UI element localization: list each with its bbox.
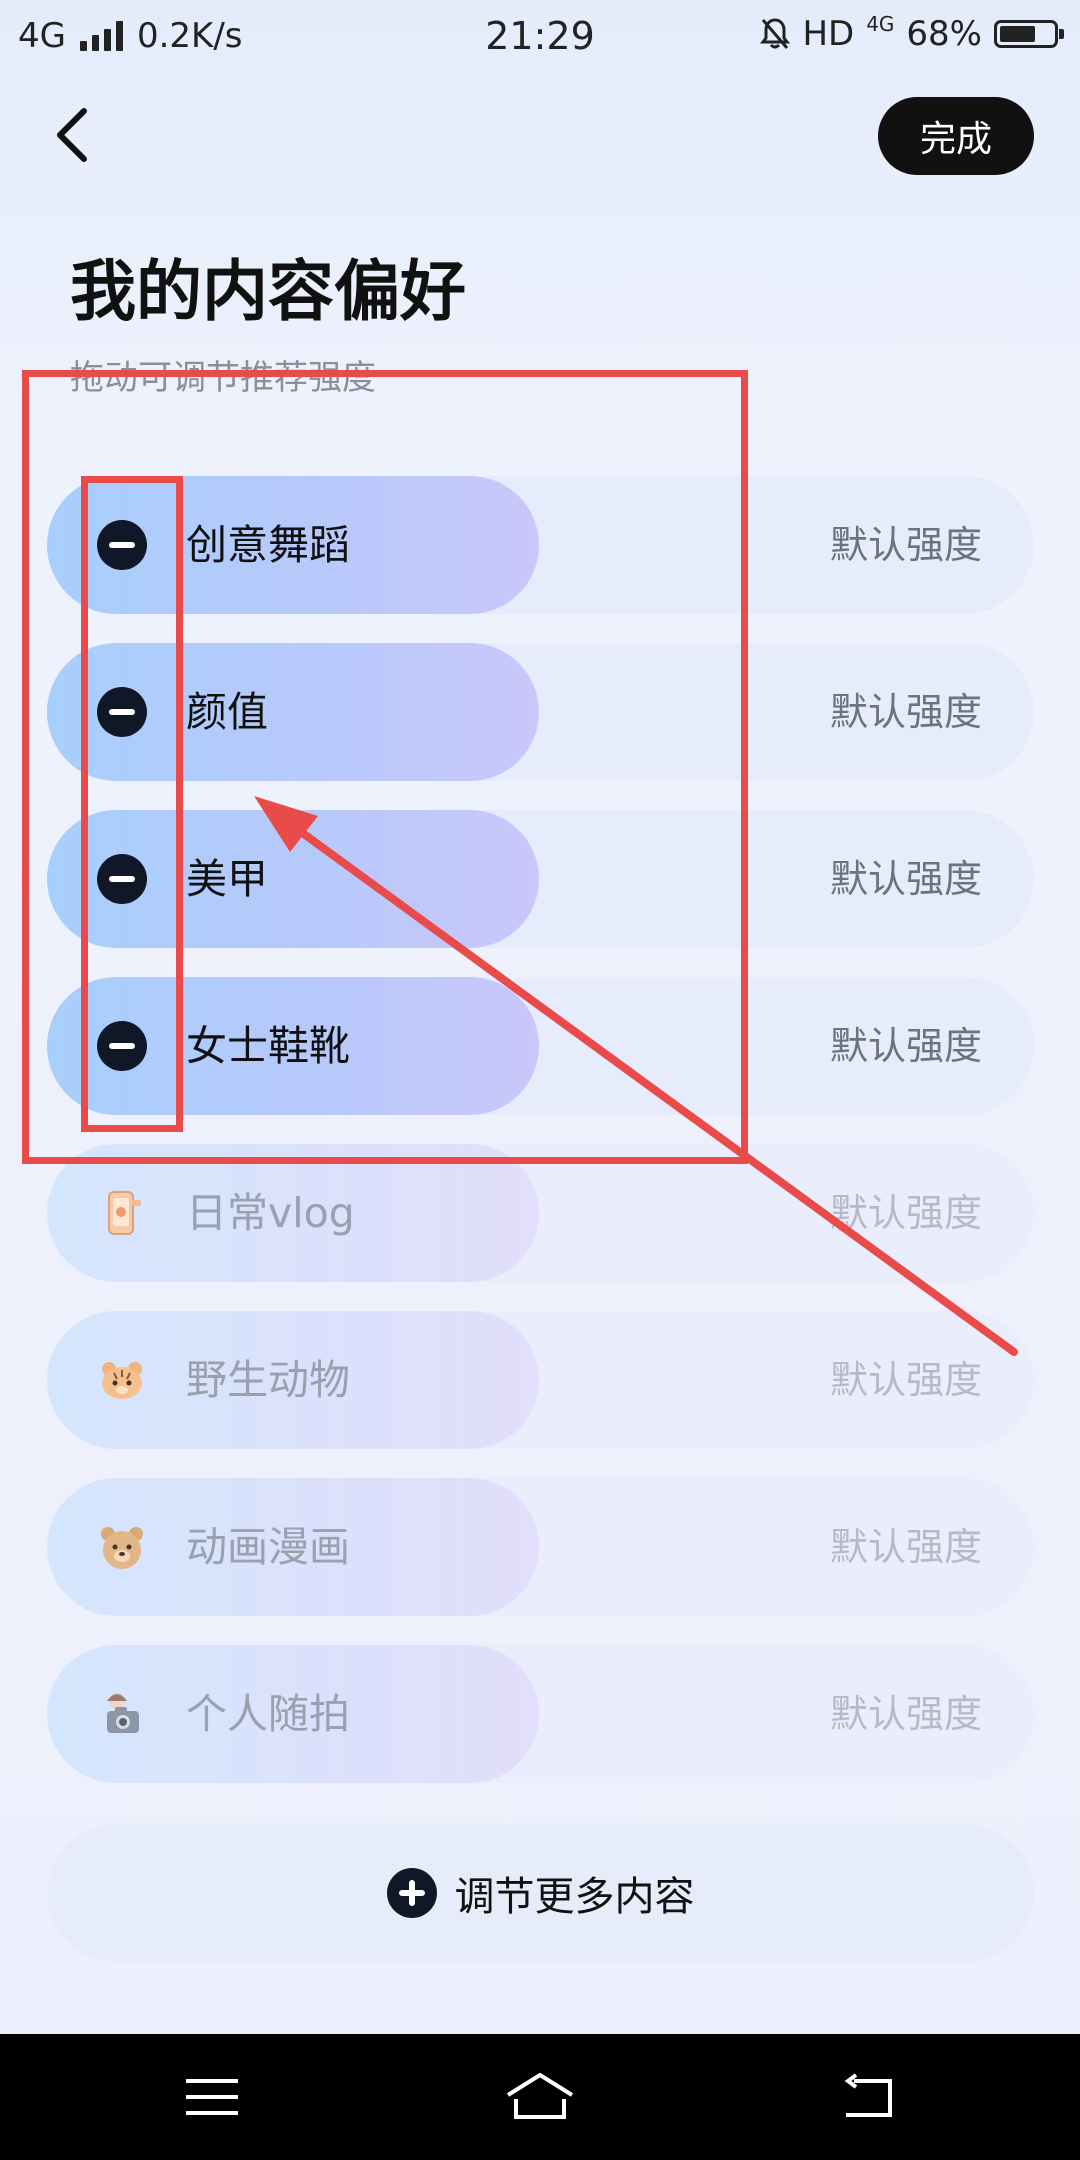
- hd-indicator: HD: [802, 14, 855, 54]
- page-subtitle: 拖动可调节推荐强度: [70, 358, 376, 398]
- battery-icon: [994, 20, 1064, 48]
- preference-label: 日常vlog: [186, 1189, 355, 1237]
- minus-circle-icon[interactable]: [97, 854, 147, 904]
- page-title: 我的内容偏好: [70, 253, 466, 330]
- status-right: HD 4G 68%: [760, 12, 1064, 54]
- battery-fill: [1000, 26, 1035, 42]
- preference-row[interactable]: 女士鞋靴 默认强度: [47, 977, 1034, 1115]
- minus-circle-icon[interactable]: [97, 687, 147, 737]
- preference-row[interactable]: 动画漫画 默认强度: [47, 1478, 1034, 1616]
- preference-label: 创意舞蹈: [186, 521, 350, 569]
- preference-label: 个人随拍: [186, 1690, 350, 1738]
- preference-list: 创意舞蹈 默认强度 颜值 默认强度 美甲 默认强度 女士鞋靴 默认强度 日常vl…: [47, 476, 1034, 1812]
- nav-back-button[interactable]: [828, 2062, 908, 2132]
- preference-row[interactable]: 颜值 默认强度: [47, 643, 1034, 781]
- plus-circle-icon: [386, 1868, 437, 1918]
- navigation-bar: [0, 2034, 1080, 2160]
- back-button[interactable]: [44, 100, 100, 170]
- preference-strength: 默认强度: [829, 1525, 982, 1569]
- tiger-icon: [102, 1362, 142, 1399]
- preference-row[interactable]: 创意舞蹈 默认强度: [47, 476, 1034, 614]
- preference-strength: 默认强度: [829, 690, 982, 734]
- home-button[interactable]: [500, 2062, 580, 2132]
- preference-row[interactable]: 野生动物 默认强度: [47, 1311, 1034, 1449]
- done-button[interactable]: 完成: [878, 97, 1034, 175]
- preference-row[interactable]: 个人随拍 默认强度: [47, 1645, 1034, 1783]
- more-content-label: 调节更多内容: [454, 1874, 695, 1920]
- bear-icon: [101, 1527, 143, 1569]
- mute-bell-icon: [760, 18, 791, 49]
- chevron-left-icon: [57, 108, 87, 162]
- battery-percent: 68%: [906, 14, 982, 54]
- preference-strength: 默认强度: [829, 1692, 982, 1736]
- preference-strength: 默认强度: [829, 523, 982, 567]
- preference-strength: 默认强度: [829, 1191, 982, 1235]
- preference-row[interactable]: 日常vlog 默认强度: [47, 1144, 1034, 1282]
- hd-network: 4G: [866, 12, 895, 36]
- back-icon: [844, 2073, 892, 2117]
- menu-icon: [186, 2079, 238, 2115]
- status-bar: 4G 0.2K/s 21:29 HD 4G 68%: [0, 0, 1080, 72]
- menu-button[interactable]: [172, 2062, 252, 2132]
- preference-strength: 默认强度: [829, 1358, 982, 1402]
- camera-selfie-icon: [107, 1693, 139, 1733]
- minus-circle-icon[interactable]: [97, 520, 147, 570]
- preference-strength: 默认强度: [829, 857, 982, 901]
- more-content-button[interactable]: 调节更多内容: [47, 1824, 1034, 1962]
- preference-label: 颜值: [186, 688, 268, 736]
- preference-label: 野生动物: [186, 1356, 350, 1404]
- preference-label: 女士鞋靴: [186, 1022, 350, 1070]
- preference-row[interactable]: 美甲 默认强度: [47, 810, 1034, 948]
- minus-circle-icon[interactable]: [97, 1021, 147, 1071]
- preference-label: 动画漫画: [186, 1523, 350, 1571]
- preference-label: 美甲: [186, 855, 268, 903]
- preference-strength: 默认强度: [829, 1024, 982, 1068]
- home-icon: [506, 2073, 574, 2119]
- phone-vlog-icon: [108, 1191, 141, 1235]
